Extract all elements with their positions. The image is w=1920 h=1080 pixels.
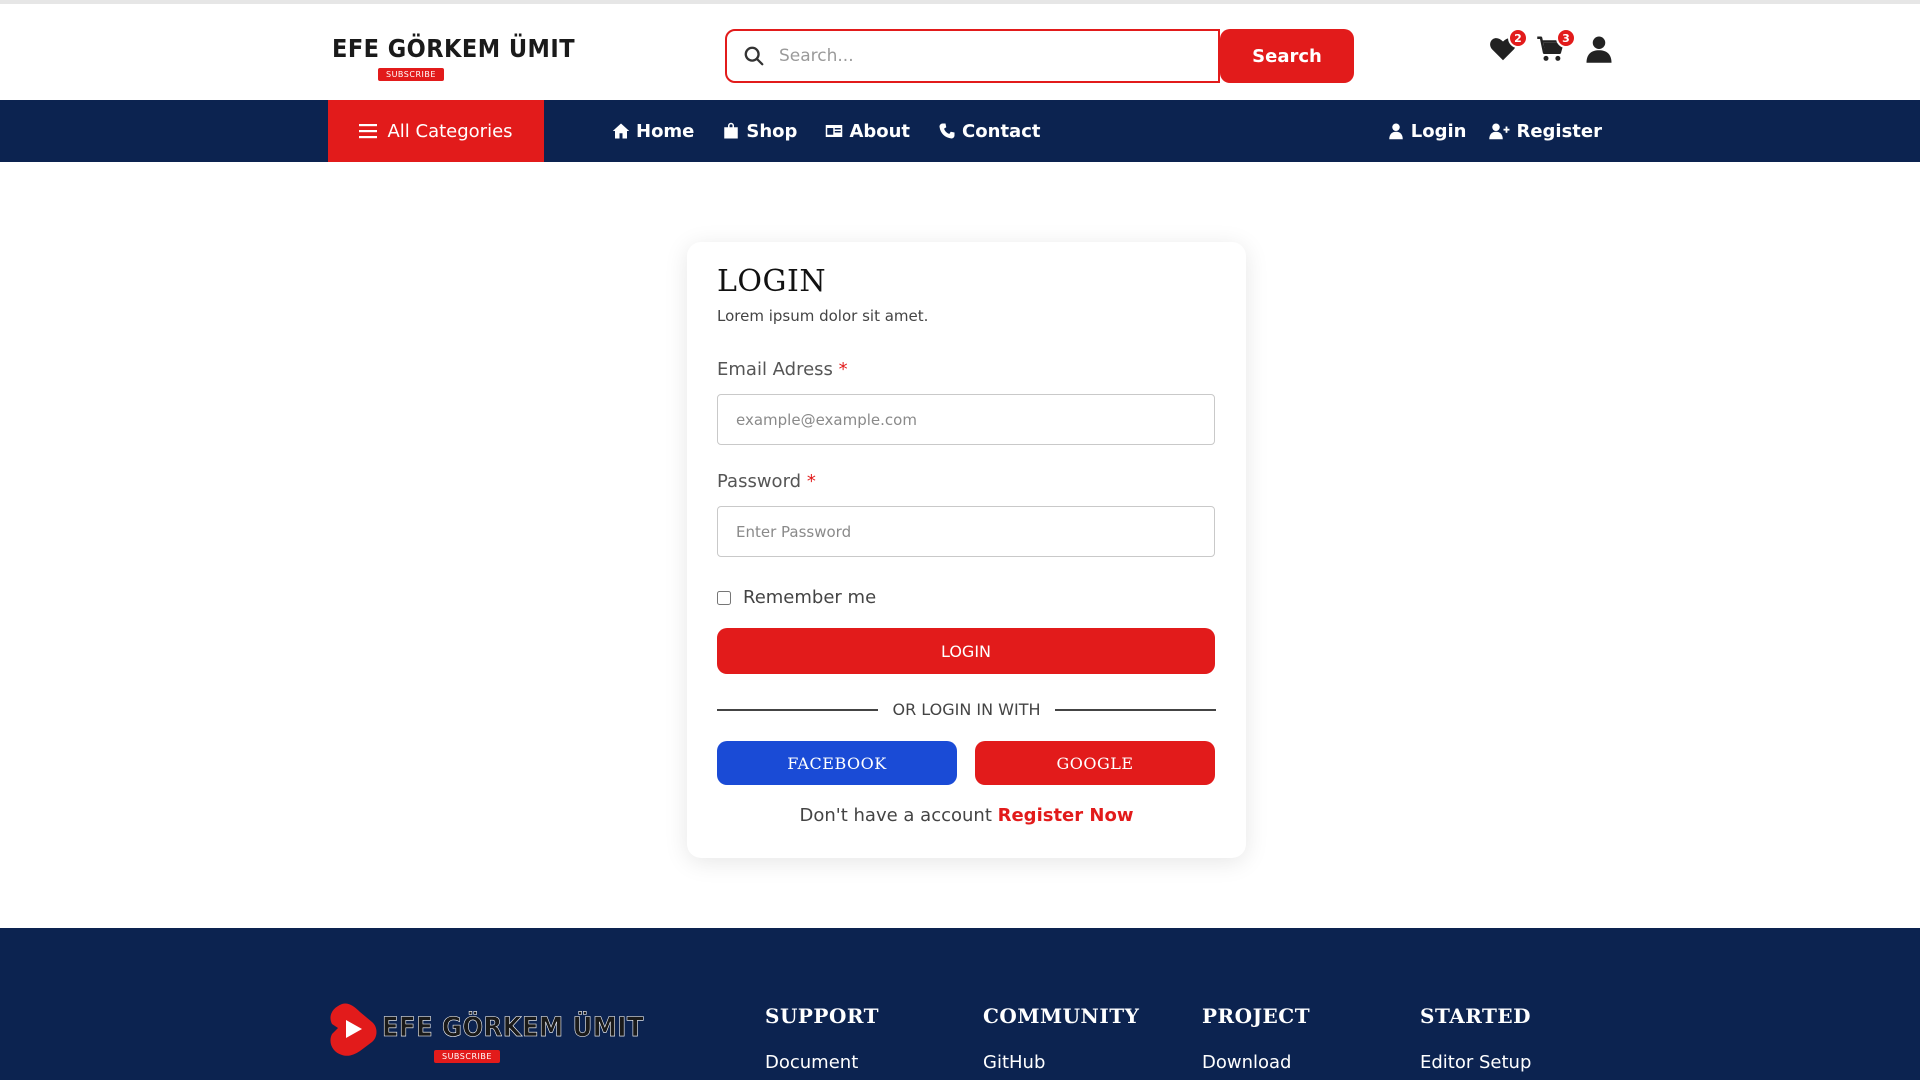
remember-checkbox[interactable] — [717, 590, 731, 605]
nav-about[interactable]: About — [825, 121, 910, 142]
required-mark: * — [806, 471, 816, 492]
login-card: LOGIN Lorem ipsum dolor sit amet. Email … — [687, 242, 1246, 858]
nav-login-label: Login — [1410, 120, 1467, 142]
all-categories-button[interactable]: All Categories — [328, 100, 544, 162]
play-logo-icon — [330, 1003, 377, 1056]
login-button[interactable]: LOGIN — [717, 628, 1215, 674]
footer-link-document[interactable]: Document — [765, 1052, 879, 1073]
footer-link-github[interactable]: GitHub — [983, 1052, 1139, 1073]
wishlist-count-badge: 2 — [1508, 28, 1528, 48]
search-icon — [744, 46, 764, 66]
search-button[interactable]: Search — [1220, 29, 1354, 83]
id-card-icon — [826, 125, 843, 137]
nav-register[interactable]: Register — [1488, 121, 1602, 142]
nav-home-label: Home — [636, 120, 695, 142]
no-account-text: Don't have a account — [799, 805, 992, 826]
main-navbar: All Categories Home Shop About Contact L… — [0, 100, 1920, 162]
header-actions: 2 3 — [1488, 28, 1614, 64]
phone-icon — [939, 123, 955, 139]
cart-count-badge: 3 — [1556, 28, 1576, 48]
brand-logo[interactable]: EFE GÖRKEM ÜMIT SUBSCRIBE — [328, 22, 588, 86]
brand-name: EFE GÖRKEM ÜMIT — [332, 34, 576, 63]
home-icon — [612, 123, 630, 139]
password-label: Password * — [717, 471, 1216, 492]
password-label-text: Password — [717, 471, 802, 492]
nav-contact-label: Contact — [962, 120, 1041, 142]
subscribe-badge: SUBSCRIBE — [378, 68, 444, 81]
site-header: EFE GÖRKEM ÜMIT SUBSCRIBE Search 2 3 — [0, 4, 1920, 100]
account-button[interactable] — [1584, 34, 1614, 64]
user-plus-icon — [1489, 123, 1510, 140]
footer-link-download[interactable]: Download — [1202, 1052, 1310, 1073]
nav-auth-links: Login Register — [1387, 100, 1602, 162]
site-footer: EFE GÖRKEM ÜMIT SUBSCRIBE SUPPORT Docume… — [0, 928, 1920, 1080]
email-label: Email Adress * — [717, 359, 1216, 380]
nav-home[interactable]: Home — [612, 121, 694, 142]
nav-contact[interactable]: Contact — [938, 121, 1040, 142]
nav-shop[interactable]: Shop — [722, 121, 797, 142]
menu-icon — [359, 124, 378, 139]
footer-heading: SUPPORT — [765, 1004, 880, 1028]
main-content: LOGIN Lorem ipsum dolor sit amet. Email … — [0, 162, 1920, 928]
all-categories-label: All Categories — [387, 120, 513, 142]
footer-col-started: STARTED Editor Setup — [1420, 1004, 1531, 1073]
login-subtitle: Lorem ipsum dolor sit amet. — [717, 307, 929, 325]
nav-links: Home Shop About Contact — [612, 100, 1040, 162]
footer-logo[interactable]: EFE GÖRKEM ÜMIT SUBSCRIBE — [328, 1000, 673, 1063]
footer-heading: STARTED — [1420, 1004, 1531, 1028]
wishlist-button[interactable]: 2 — [1488, 28, 1528, 64]
user-icon — [1389, 123, 1403, 140]
divider-line-left — [717, 708, 879, 711]
register-prompt: Don't have a account Register Now — [717, 805, 1216, 826]
footer-heading: PROJECT — [1202, 1004, 1311, 1028]
register-now-link[interactable]: Register Now — [998, 805, 1134, 826]
user-icon — [1586, 36, 1612, 63]
cart-button[interactable]: 3 — [1536, 28, 1576, 64]
google-login-button[interactable]: GOOGLE — [975, 741, 1215, 785]
email-label-text: Email Adress — [717, 359, 833, 380]
remember-label: Remember me — [743, 587, 877, 608]
footer-subscribe-badge: SUBSCRIBE — [434, 1050, 500, 1063]
footer-brand-name: EFE GÖRKEM ÜMIT — [382, 1012, 644, 1044]
footer-col-support: SUPPORT Document — [765, 1004, 879, 1073]
search-box — [725, 29, 1220, 83]
divider-text: OR LOGIN IN WITH — [892, 700, 1041, 719]
nav-about-label: About — [849, 120, 911, 142]
search-input[interactable] — [779, 46, 1199, 66]
login-title: LOGIN — [717, 264, 827, 299]
footer-heading: COMMUNITY — [983, 1004, 1140, 1028]
divider-line-right — [1054, 708, 1216, 711]
remember-me: Remember me — [717, 587, 1216, 608]
required-mark: * — [838, 359, 848, 380]
nav-login[interactable]: Login — [1387, 120, 1467, 142]
email-field[interactable] — [717, 394, 1215, 445]
nav-register-label: Register — [1516, 120, 1602, 142]
password-field[interactable] — [717, 506, 1215, 557]
facebook-login-button[interactable]: FACEBOOK — [717, 741, 957, 785]
footer-link-editor-setup[interactable]: Editor Setup — [1420, 1052, 1531, 1073]
social-login: FACEBOOK GOOGLE — [717, 741, 1216, 785]
footer-col-community: COMMUNITY GitHub — [983, 1004, 1139, 1073]
bag-icon — [724, 122, 739, 139]
social-divider: OR LOGIN IN WITH — [717, 700, 1216, 719]
nav-shop-label: Shop — [746, 120, 798, 142]
footer-col-project: PROJECT Download — [1202, 1004, 1310, 1073]
